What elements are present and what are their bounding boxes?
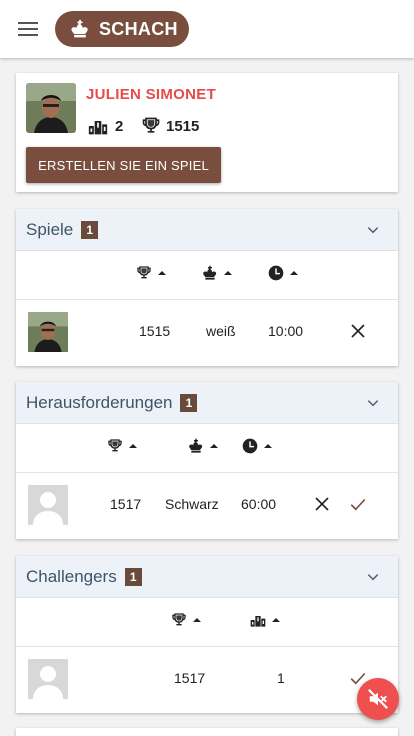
challengers-title: Challengers (26, 566, 117, 586)
challenges-column-headers (16, 424, 398, 473)
challengers-column-headers (16, 598, 398, 647)
trophy-icon (171, 612, 187, 628)
sound-toggle-button[interactable] (357, 678, 399, 720)
rating-cell: 1515 (139, 323, 171, 339)
time-cell: 10:00 (268, 323, 304, 339)
challenges-header[interactable]: Herausforderungen 1 (16, 382, 398, 424)
sort-rating-header[interactable] (171, 612, 201, 628)
sort-rank-header[interactable] (250, 612, 280, 628)
king-icon (202, 265, 218, 281)
trophy-icon (141, 116, 161, 136)
clock-icon (242, 438, 258, 454)
challenges-title: Herausforderungen (26, 392, 173, 412)
chevron-down-icon[interactable] (366, 570, 380, 584)
sort-time-header[interactable] (268, 265, 298, 281)
games-count-badge: 1 (81, 220, 99, 239)
rating-cell: 1517 (110, 496, 142, 512)
crown-icon (69, 19, 91, 39)
hamburger-icon[interactable] (18, 22, 38, 36)
close-icon[interactable] (349, 322, 367, 340)
king-icon (188, 438, 204, 454)
challengers-header[interactable]: Challengers 1 (16, 556, 398, 598)
games-header[interactable]: Spiele 1 (16, 209, 398, 251)
clock-icon (268, 265, 284, 281)
time-cell: 60:00 (241, 496, 277, 512)
rank-stat: 2 (86, 116, 123, 136)
rank-value: 2 (115, 117, 124, 135)
rating-value: 1515 (166, 117, 200, 135)
chevron-down-icon[interactable] (366, 396, 380, 410)
avatar (28, 312, 68, 352)
challenges-count-badge: 1 (180, 393, 198, 412)
games-title: Spiele (26, 219, 74, 239)
table-row[interactable]: 1517 1 (16, 647, 398, 711)
sort-rating-header[interactable] (107, 438, 137, 454)
podium-icon (250, 612, 266, 628)
avatar (26, 83, 76, 133)
sort-color-header[interactable] (202, 265, 232, 281)
next-section (16, 728, 398, 736)
profile-card: JULIEN SIMONET 2 1515 ERSTELLEN SIE EIN … (16, 73, 398, 192)
avatar (28, 485, 68, 525)
sort-color-header[interactable] (188, 438, 218, 454)
check-icon[interactable] (349, 495, 367, 513)
app-bar: SCHACH (0, 0, 414, 58)
avatar (28, 659, 68, 699)
sort-time-header[interactable] (242, 438, 272, 454)
games-column-headers (16, 251, 398, 300)
brand-button[interactable]: SCHACH (55, 11, 189, 47)
chevron-down-icon[interactable] (366, 223, 380, 237)
challengers-count-badge: 1 (124, 567, 142, 586)
table-row[interactable]: 1517 Schwarz 60:00 (16, 473, 398, 537)
close-icon[interactable] (313, 495, 331, 513)
challenges-section: Herausforderungen 1 1517 Schwarz 60:00 (16, 382, 398, 539)
sort-rating-header[interactable] (136, 265, 166, 281)
podium-icon (86, 116, 110, 136)
brand-title: SCHACH (99, 18, 178, 39)
trophy-icon (136, 265, 152, 281)
color-cell: Schwarz (165, 496, 219, 512)
challengers-section: Challengers 1 1517 1 (16, 556, 398, 713)
trophy-icon (107, 438, 123, 454)
games-section: Spiele 1 1515 weiß 10:00 (16, 209, 398, 366)
table-row[interactable]: 1515 weiß 10:00 (16, 300, 398, 364)
player-name: JULIEN SIMONET (86, 86, 217, 103)
rating-cell: 1517 (174, 670, 206, 686)
sound-off-icon (368, 689, 388, 709)
create-game-button[interactable]: ERSTELLEN SIE EIN SPIEL (26, 147, 221, 183)
rank-cell: 1 (277, 670, 285, 686)
rating-stat: 1515 (141, 116, 199, 136)
color-cell: weiß (206, 323, 236, 339)
